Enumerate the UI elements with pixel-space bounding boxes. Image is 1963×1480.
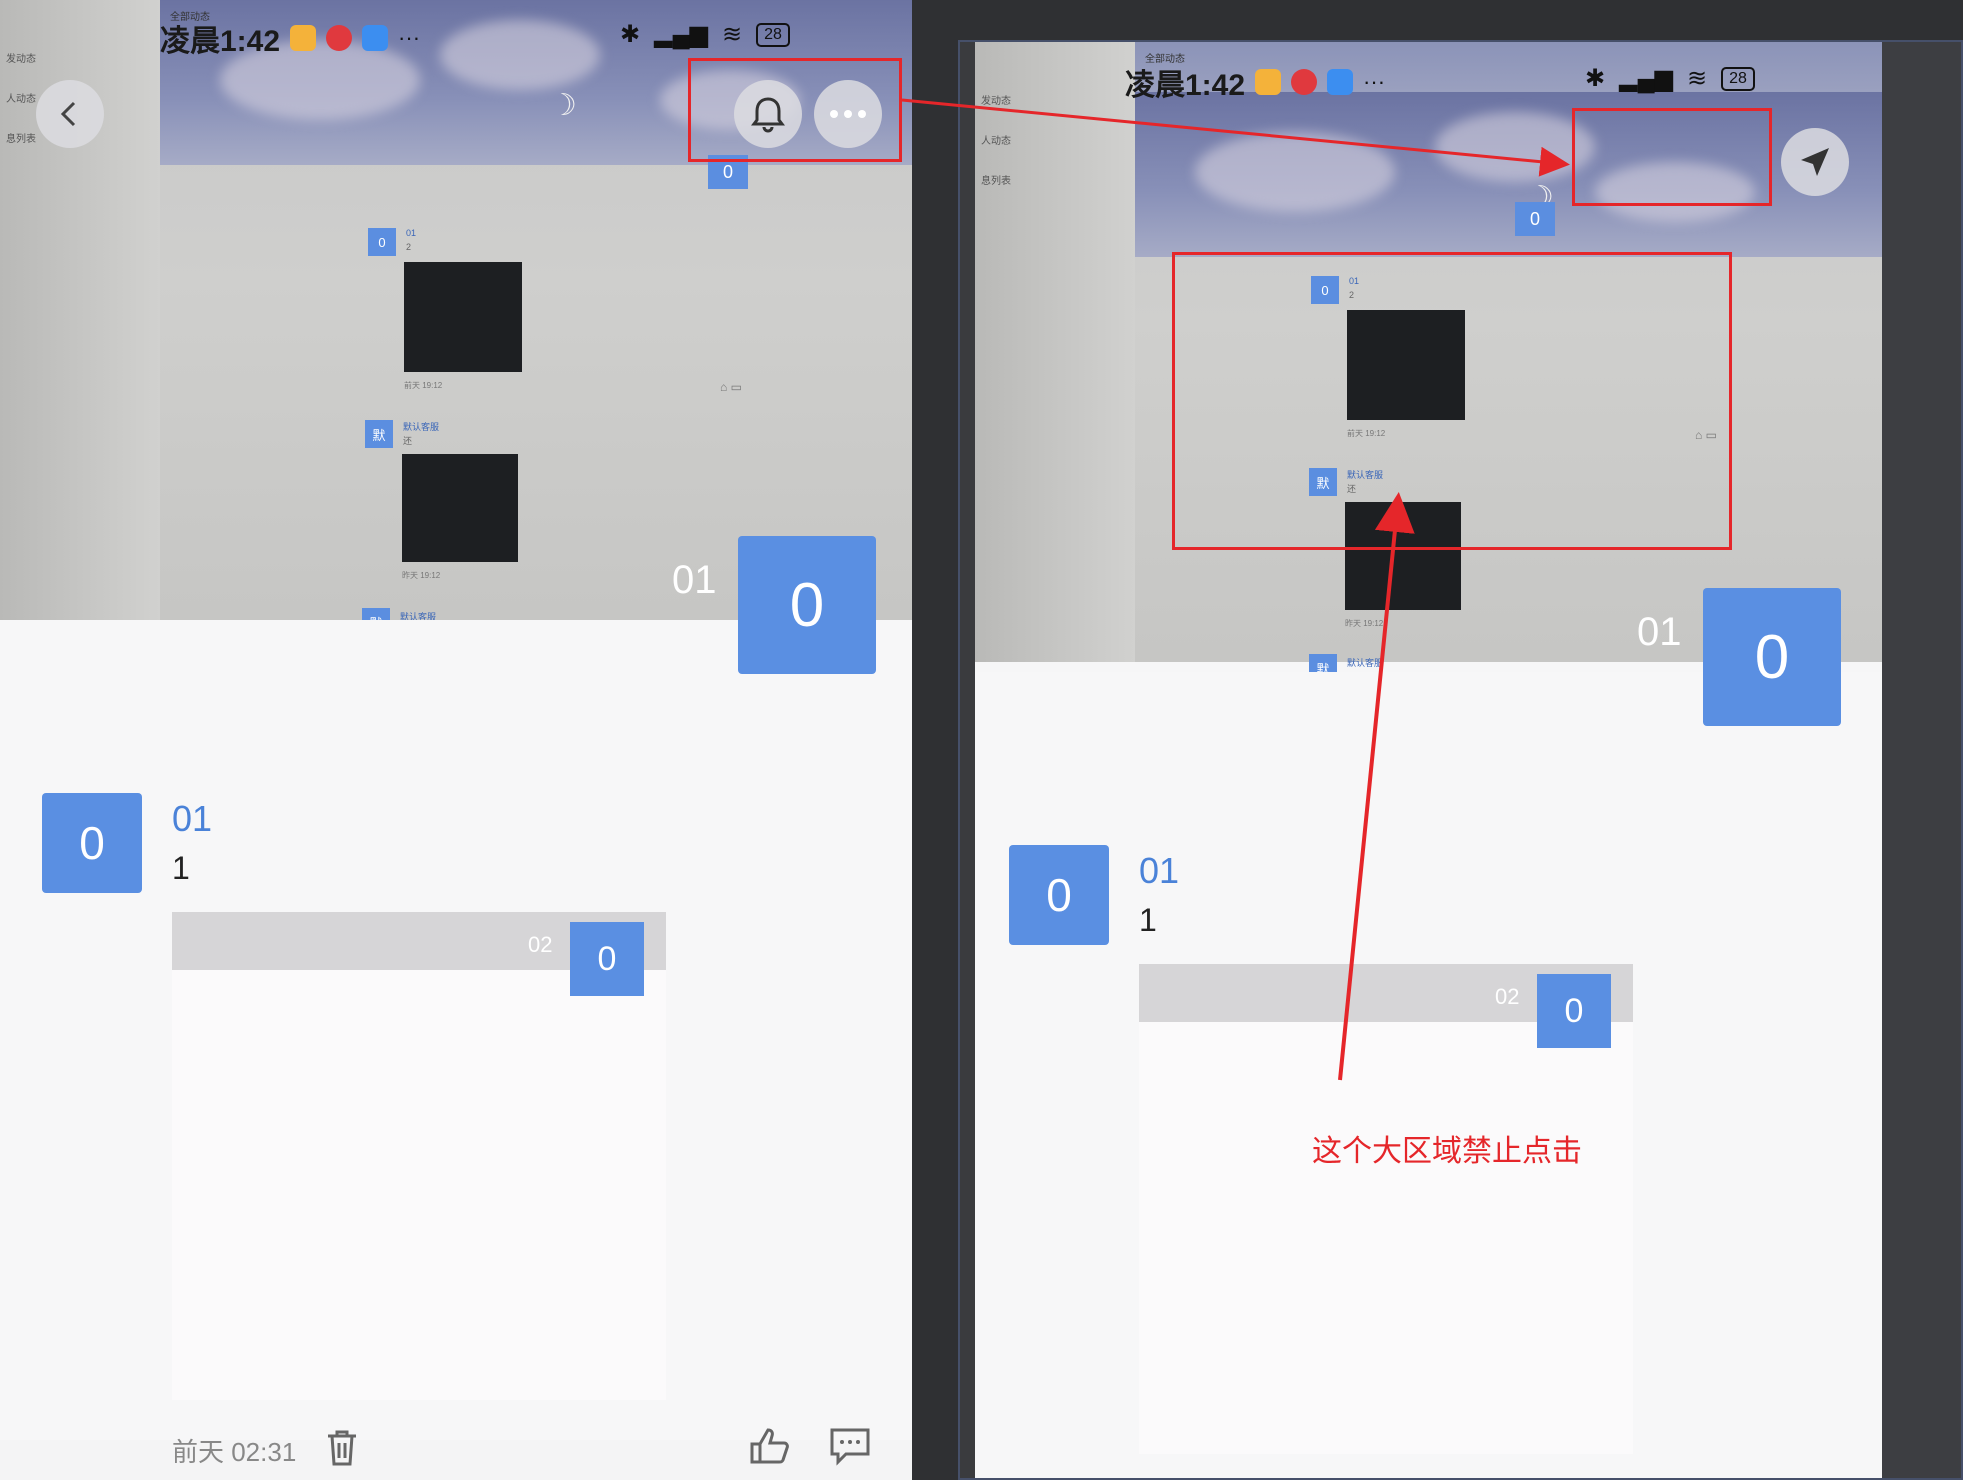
post-author-name[interactable]: 01 bbox=[1139, 850, 1179, 892]
side-label: 息列表 bbox=[6, 134, 36, 145]
post-attachment-card[interactable]: 02 0 bbox=[172, 912, 666, 1400]
red-app-icon bbox=[326, 25, 353, 51]
status-time: 凌晨1:42 bbox=[160, 25, 281, 58]
post-attachment-card[interactable]: 02 0 bbox=[1139, 964, 1633, 1454]
status-right: ✱ ▂▄▆ ≋ 28 bbox=[1585, 64, 1755, 93]
preview-avatar: 默 bbox=[365, 420, 393, 448]
t-app-icon bbox=[1327, 69, 1354, 95]
more-status-icons: ··· bbox=[1363, 69, 1386, 94]
battery-icon: 28 bbox=[756, 22, 790, 47]
signal-icon: ▂▄▆ bbox=[1619, 65, 1674, 92]
profile-avatar-badge[interactable]: 0 bbox=[738, 536, 876, 674]
wifi-icon: ≋ bbox=[1687, 65, 1708, 92]
status-bar: 凌晨1:42 ··· bbox=[160, 18, 420, 58]
monitor-side-labels: 发动态 人动态 息列表 bbox=[981, 82, 1011, 202]
side-label: 发动态 bbox=[6, 54, 36, 65]
preview-meta: 昨天 19:12 bbox=[1345, 619, 1384, 628]
annotation-box-left-buttons bbox=[688, 58, 902, 162]
preview-name: 默认客服 bbox=[403, 422, 440, 432]
card-badge: 0 bbox=[570, 922, 644, 996]
wifi-icon: ≋ bbox=[722, 21, 743, 48]
post-avatar[interactable]: 0 bbox=[42, 793, 142, 893]
back-button[interactable] bbox=[36, 80, 104, 148]
monitor-side-labels: 发动态 人动态 息列表 bbox=[6, 40, 36, 160]
like-button[interactable] bbox=[746, 1422, 794, 1470]
comment-icon bbox=[830, 1428, 870, 1466]
preview-meta: 昨天 19:12 bbox=[402, 571, 441, 580]
battery-icon: 28 bbox=[1721, 66, 1755, 91]
preview-name: 01 bbox=[406, 228, 417, 238]
status-right: ✱ ▂▄▆ ≋ 28 bbox=[620, 20, 790, 49]
send-icon bbox=[1801, 148, 1829, 176]
card-bar-label: 02 bbox=[528, 932, 553, 957]
preview-image bbox=[404, 262, 522, 372]
comment-button[interactable] bbox=[826, 1422, 874, 1470]
status-time: 凌晨1:42 bbox=[1125, 69, 1246, 102]
t-app-icon bbox=[362, 25, 389, 51]
side-label: 发动态 bbox=[981, 96, 1011, 107]
profile-avatar-badge[interactable]: 0 bbox=[1703, 588, 1841, 726]
preview-top-badge: 0 bbox=[1515, 202, 1555, 236]
thumbs-up-icon bbox=[750, 1428, 789, 1464]
preview-avatar: 0 bbox=[368, 228, 396, 256]
left-screenshot-panel: 发动态 人动态 息列表 ☽ 全部动态 凌晨1:42 ··· ✱ ▂▄▆ ≋ 28 bbox=[0, 0, 912, 1480]
profile-label: 01 bbox=[1637, 610, 1682, 654]
post-avatar[interactable]: 0 bbox=[1009, 845, 1109, 945]
post-text: 1 bbox=[1139, 902, 1157, 938]
annotation-note: 这个大区域禁止点击 bbox=[1312, 1134, 1582, 1169]
red-app-icon bbox=[1291, 69, 1318, 95]
annotation-box-hidden-buttons bbox=[1572, 108, 1772, 206]
status-bar: 凌晨1:42 ··· bbox=[1125, 62, 1385, 102]
background-window bbox=[1882, 42, 1961, 1478]
trash-icon bbox=[328, 1430, 356, 1466]
preview-actions-icon: ⌂ ▭ bbox=[720, 380, 742, 394]
side-label: 息列表 bbox=[981, 176, 1011, 187]
notes-app-icon bbox=[290, 25, 317, 51]
chevron-left-icon bbox=[60, 101, 76, 127]
signal-icon: ▂▄▆ bbox=[654, 21, 709, 48]
annotation-box-forbidden-area bbox=[1172, 252, 1732, 550]
monitor-edge: 发动态 人动态 息列表 bbox=[975, 42, 1135, 662]
preview-text: 还 bbox=[403, 436, 413, 446]
preview-name: 默认客服 bbox=[1347, 658, 1384, 668]
preview-text: 2 bbox=[406, 242, 412, 252]
side-label: 人动态 bbox=[981, 136, 1011, 147]
moon-icon: ☽ bbox=[550, 89, 577, 122]
profile-label: 01 bbox=[672, 558, 717, 602]
bluetooth-icon: ✱ bbox=[620, 21, 641, 48]
post-text: 1 bbox=[172, 850, 190, 886]
post-author-name[interactable]: 01 bbox=[172, 798, 212, 840]
card-badge: 0 bbox=[1537, 974, 1611, 1048]
preview-image bbox=[402, 454, 518, 562]
card-bar-label: 02 bbox=[1495, 984, 1520, 1009]
preview-meta: 前天 19:12 bbox=[404, 381, 443, 390]
side-label: 人动态 bbox=[6, 94, 36, 105]
more-status-icons: ··· bbox=[398, 25, 421, 50]
notes-app-icon bbox=[1255, 69, 1282, 95]
delete-button[interactable] bbox=[318, 1424, 366, 1472]
bluetooth-icon: ✱ bbox=[1585, 65, 1606, 92]
send-button[interactable] bbox=[1781, 128, 1849, 196]
post-timestamp: 前天 02:31 bbox=[172, 1437, 297, 1467]
